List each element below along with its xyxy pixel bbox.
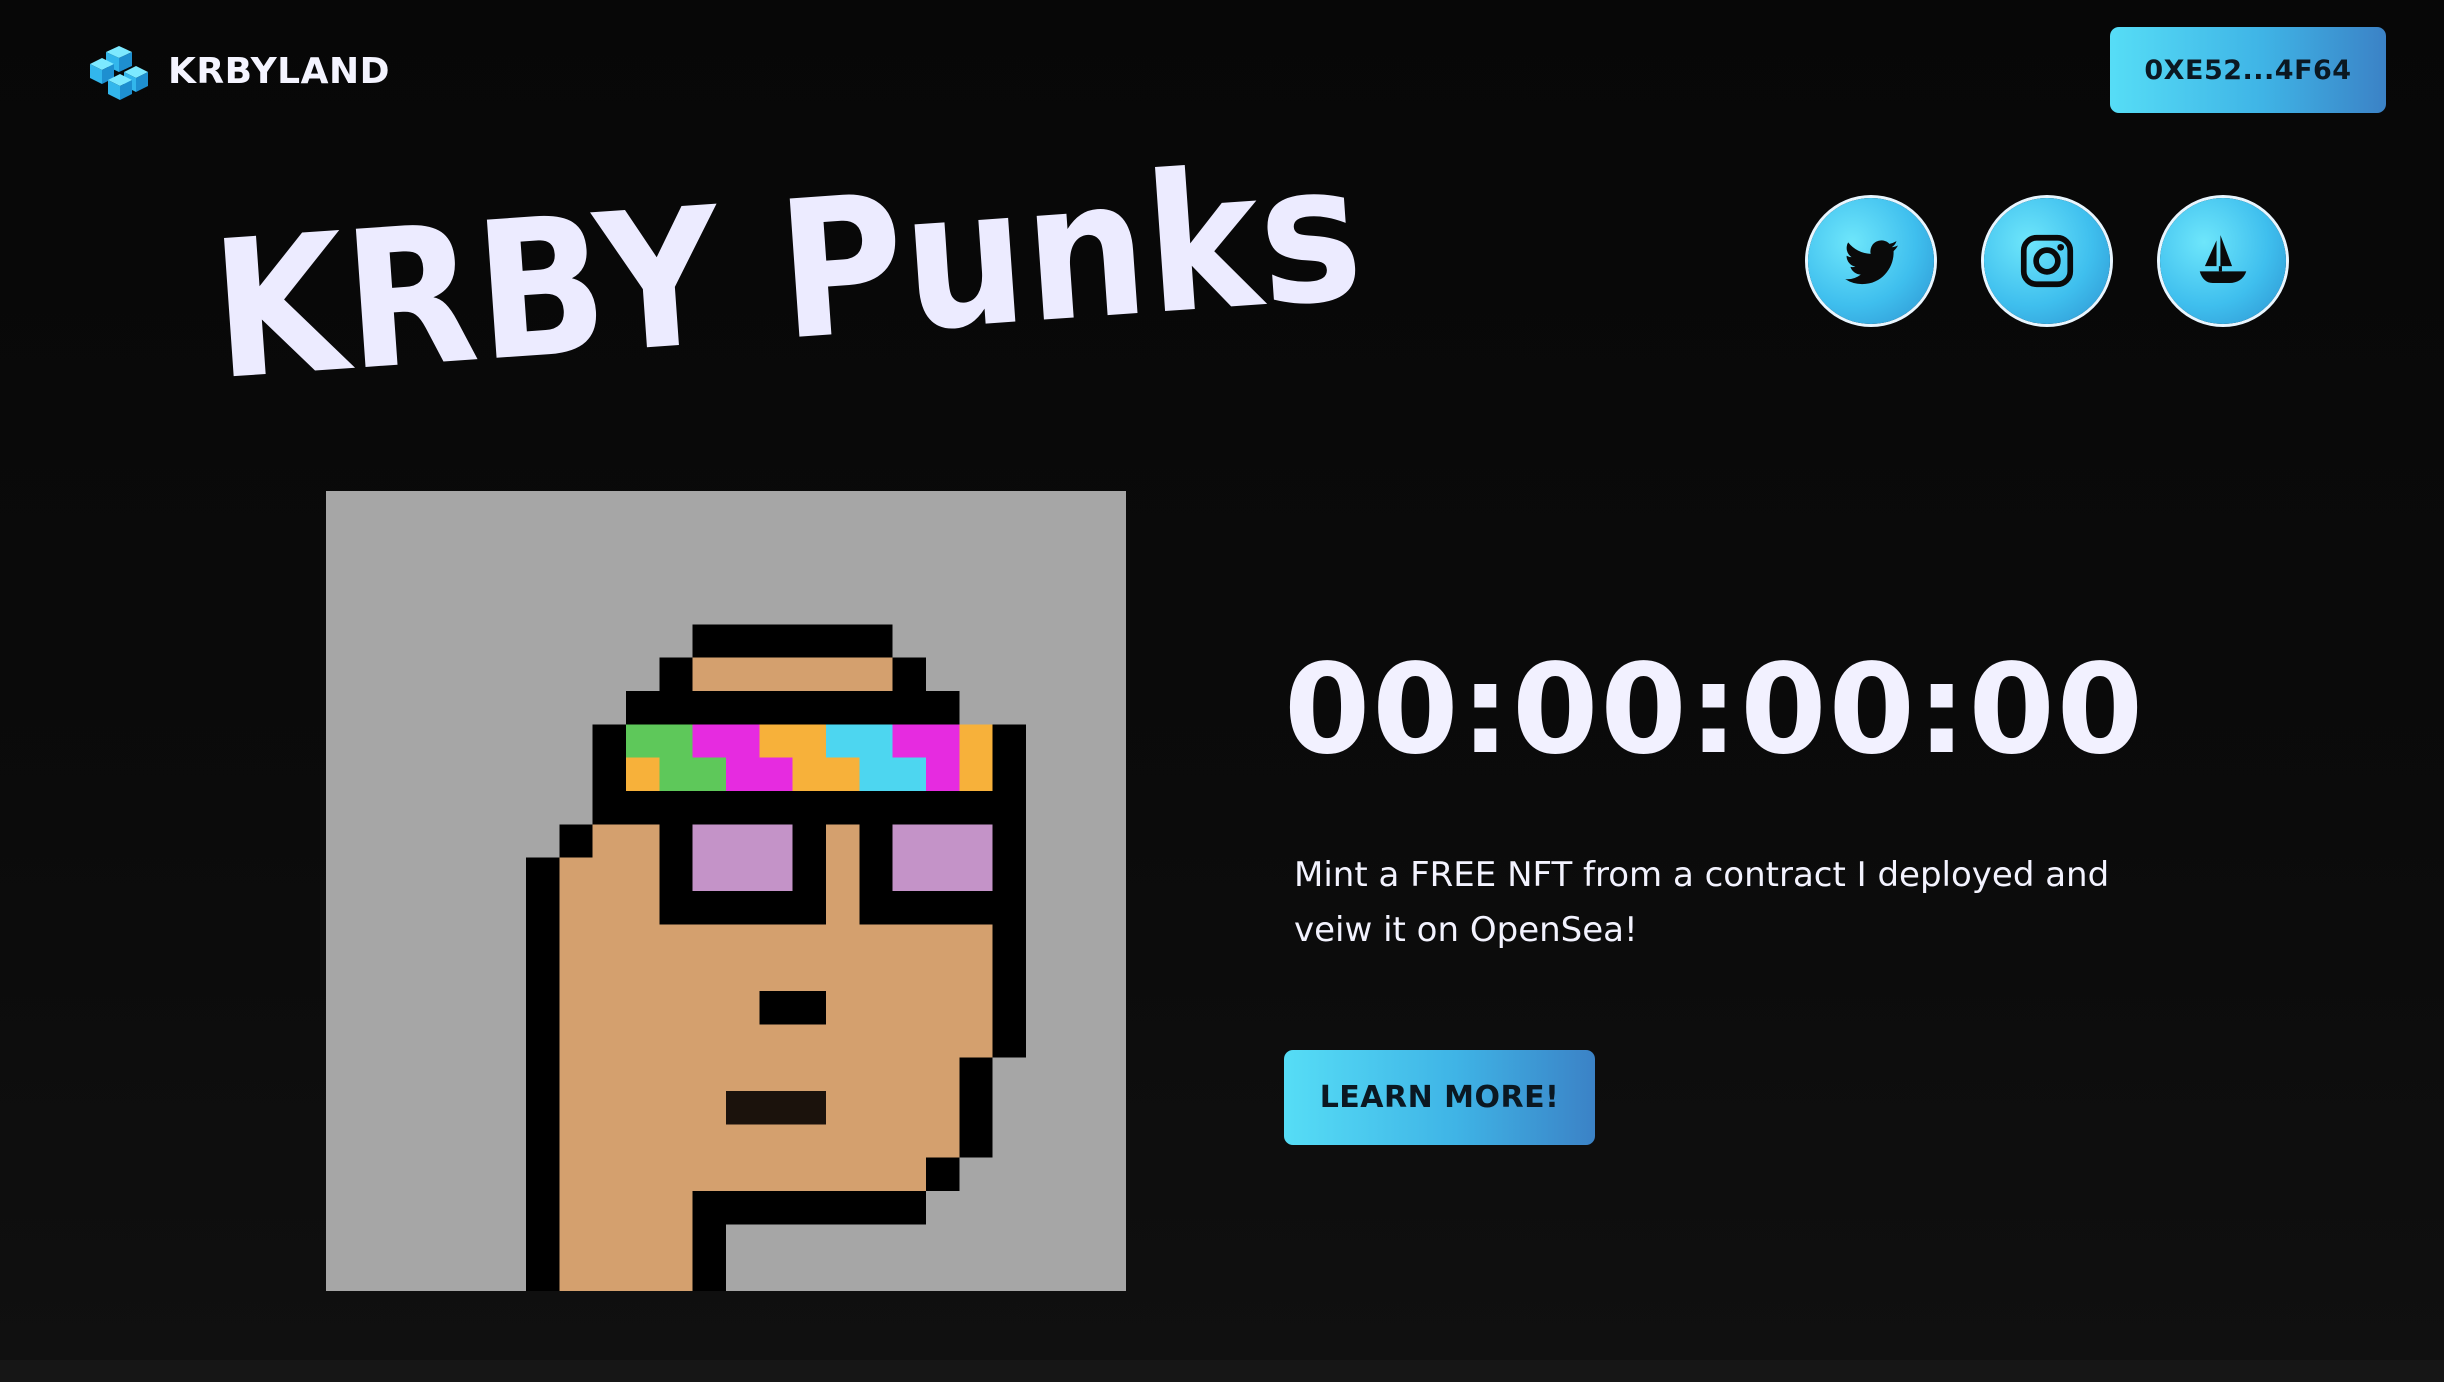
opensea-boat-icon xyxy=(2199,235,2247,283)
learn-more-button[interactable]: LEARN MORE! xyxy=(1284,1050,1595,1145)
hero-title-text: KRBY Punks xyxy=(206,150,1368,390)
hero-title: KRBY Punks xyxy=(206,150,1406,390)
mint-countdown: 00:00:00:00 xyxy=(1284,638,2145,782)
page: KRBYLAND 0XE52...4F64 KRBY Punks 00:00:0… xyxy=(0,0,2444,1382)
nft-preview-image xyxy=(326,491,1126,1291)
mint-description: Mint a FREE NFT from a contract I deploy… xyxy=(1294,855,2110,950)
wallet-address-button[interactable]: 0XE52...4F64 xyxy=(2110,27,2386,113)
instagram-link[interactable] xyxy=(1984,198,2110,324)
brand[interactable]: KRBYLAND xyxy=(86,36,390,106)
footer-strip xyxy=(0,1360,2444,1382)
opensea-link[interactable] xyxy=(2160,198,2286,324)
instagram-camera-icon xyxy=(2020,234,2074,288)
twitter-bird-icon xyxy=(1845,240,1899,285)
isometric-cubes-logo-icon xyxy=(90,46,148,100)
twitter-link[interactable] xyxy=(1808,198,1934,324)
brand-name: KRBYLAND xyxy=(168,50,390,92)
